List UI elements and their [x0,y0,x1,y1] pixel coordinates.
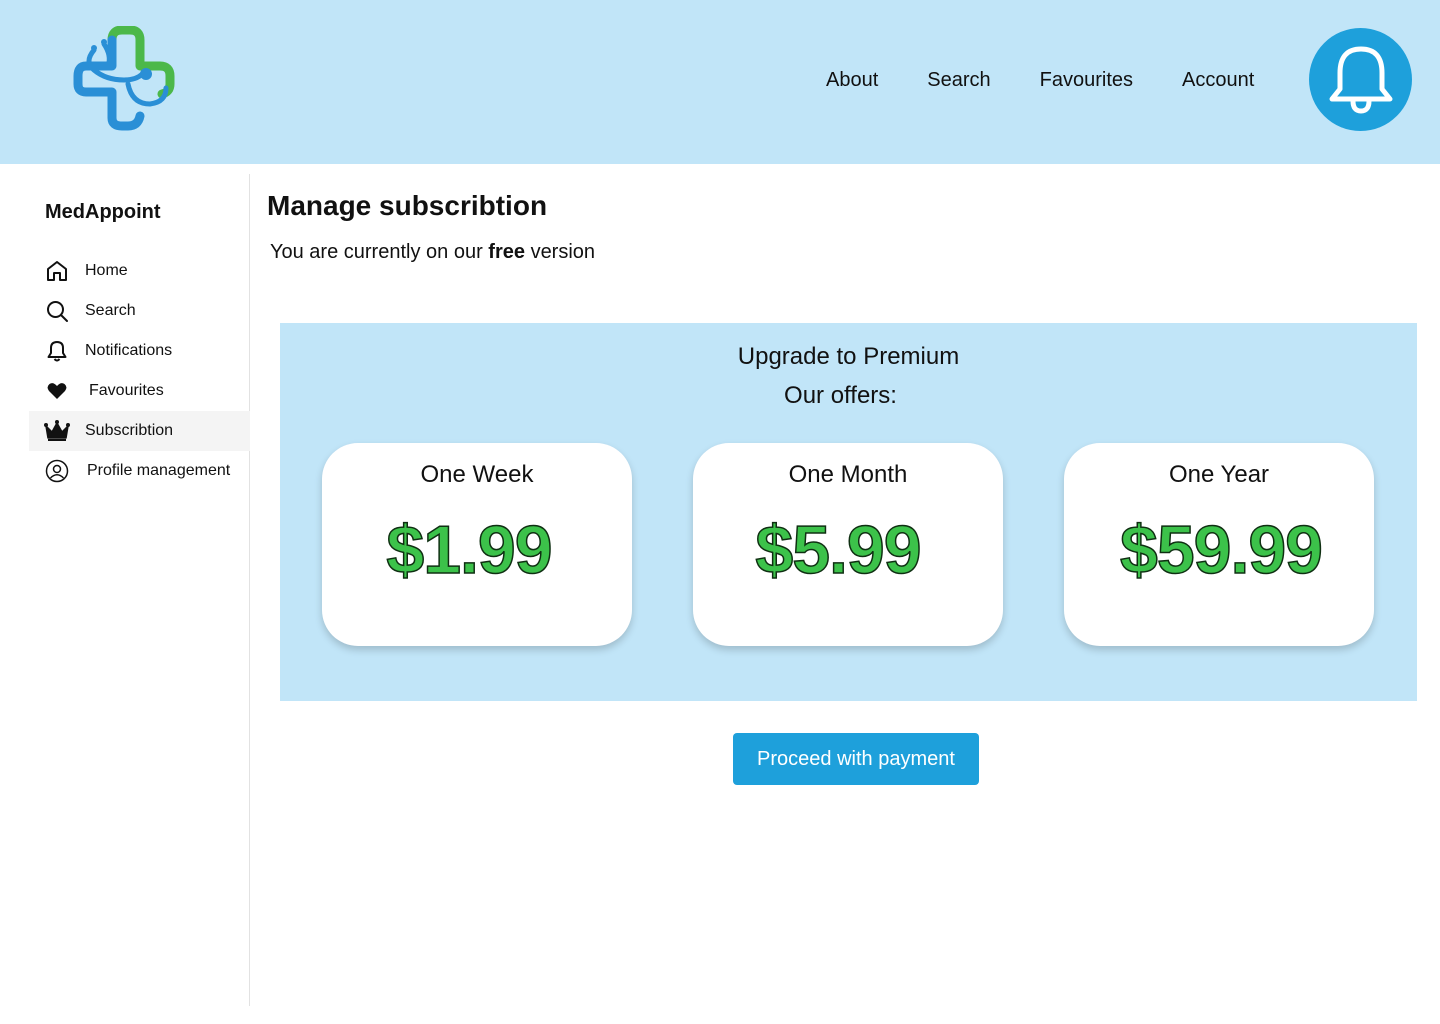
offer-name: One Month [788,461,908,488]
offer-card-week[interactable]: One Week $1.99 [322,443,632,646]
brand-name: MedAppoint [45,201,161,223]
sidebar-item-label: Search [85,302,136,319]
page-title: Manage subscribtion [267,190,548,221]
current-plan-name: free [488,241,525,263]
sidebar-item-label: Notifications [85,342,173,359]
status-suffix: version [530,241,596,263]
home-icon [29,259,85,283]
sidebar-item-profile-management[interactable]: Profile management [29,451,250,491]
subscription-status-text: You are currently on our free version [270,241,595,264]
sidebar-item-search[interactable]: Search [29,291,250,331]
notifications-button[interactable] [1309,28,1412,131]
nav-search-link[interactable]: Search [927,66,990,94]
sidebar-item-home[interactable]: Home [29,251,250,291]
status-prefix: You are currently on our [270,241,483,263]
nav-about-link[interactable]: About [826,66,878,94]
offer-name: One Week [420,461,534,488]
top-navigation: About Search Favourites Account [826,66,1254,94]
premium-heading: Upgrade to Premium [737,343,960,370]
sidebar-item-label: Subscribtion [85,422,174,439]
medical-cross-logo[interactable] [68,25,180,132]
sidebar-item-label: Home [85,262,128,279]
proceed-with-payment-button[interactable]: Proceed with payment [733,733,979,785]
top-header: About Search Favourites Account [0,0,1440,164]
nav-favourites-link[interactable]: Favourites [1040,66,1133,94]
sidebar-item-label: Favourites [89,382,164,399]
offer-price: $1.99 [386,511,554,589]
premium-offers-panel: Upgrade to Premium Our offers: One Week … [280,323,1417,701]
search-icon [29,299,85,323]
nav-account-link[interactable]: Account [1182,66,1254,94]
bell-icon [1329,46,1392,114]
offer-price: $5.99 [755,511,923,589]
sidebar-item-subscription[interactable]: Subscribtion [29,411,250,451]
heart-icon [29,379,85,403]
sidebar-item-notifications[interactable]: Notifications [29,331,250,371]
offer-name: One Year [1168,461,1270,488]
offer-card-month[interactable]: One Month $5.99 [693,443,1003,646]
offer-card-year[interactable]: One Year $59.99 [1064,443,1374,646]
sidebar: MedAppoint Home Search Notifications Fav… [0,174,250,1006]
bell-icon [29,339,85,363]
user-circle-icon [29,459,85,483]
sidebar-item-label: Profile management [87,462,231,479]
offers-subheading: Our offers: [784,382,897,409]
crown-icon [29,420,85,442]
offer-price: $59.99 [1119,511,1323,589]
sidebar-item-favourites[interactable]: Favourites [29,371,250,411]
